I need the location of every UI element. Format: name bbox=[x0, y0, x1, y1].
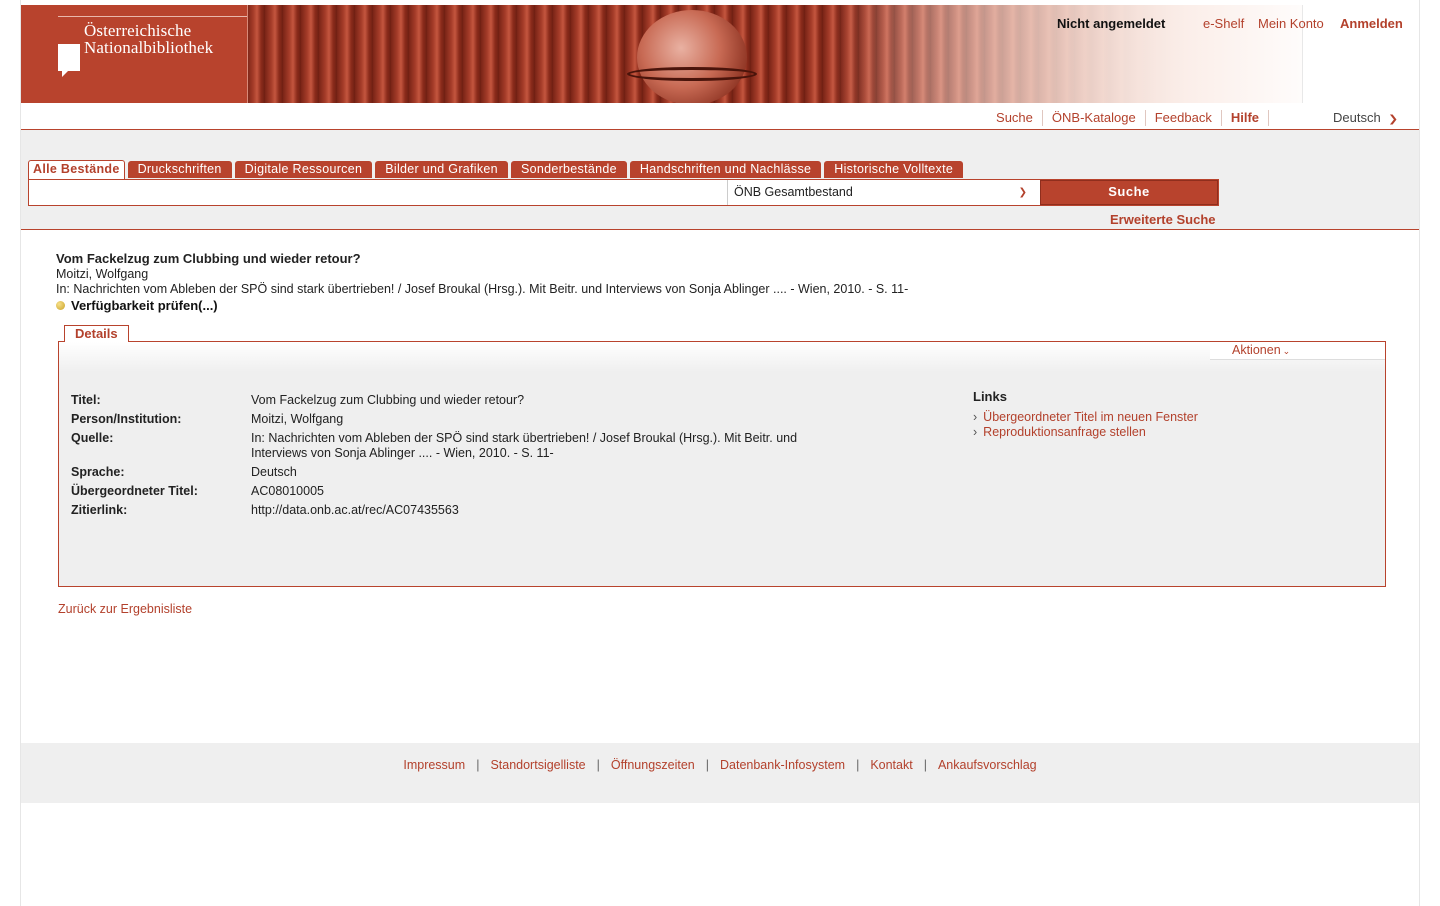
login-link[interactable]: Anmelden bbox=[1340, 16, 1403, 31]
search-area: Alle Bestände Druckschriften Digitale Re… bbox=[21, 130, 1419, 230]
parent-title-new-window-link[interactable]: Übergeordneter Titel im neuen Fenster bbox=[973, 410, 1198, 425]
actions-label: Aktionen bbox=[1232, 343, 1281, 357]
logo-rule bbox=[58, 16, 248, 17]
footer-datenbank-infosystem[interactable]: Datenbank-Infosystem bbox=[720, 758, 845, 772]
parent-title-link[interactable]: AC08010005 bbox=[251, 484, 841, 499]
scope-select[interactable]: ÖNB Gesamtbestand ❯ bbox=[727, 180, 1039, 205]
footer-kontakt[interactable]: Kontakt bbox=[870, 758, 912, 772]
back-to-results-link[interactable]: Zurück zur Ergebnisliste bbox=[58, 602, 192, 616]
availability[interactable]: Verfügbarkeit prüfen(...) bbox=[56, 298, 908, 315]
logo-text: Österreichische Nationalbibliothek bbox=[84, 22, 213, 56]
field-label: Sprache: bbox=[71, 465, 125, 479]
chevron-down-icon: ❯ bbox=[1387, 114, 1398, 125]
tab-fulltexts[interactable]: Historische Volltexte bbox=[824, 161, 964, 178]
author-link[interactable]: Moitzi, Wolfgang bbox=[251, 412, 841, 427]
footer-separator: | bbox=[596, 758, 600, 772]
scope-value: ÖNB Gesamtbestand bbox=[734, 185, 853, 199]
secondary-nav: Suche ÖNB-Kataloge Feedback Hilfe Deutsc… bbox=[21, 108, 1419, 130]
globe-stand bbox=[627, 67, 757, 81]
chevron-down-icon: ⌄ bbox=[1282, 346, 1291, 356]
reproduction-request-link[interactable]: Reproduktionsanfrage stellen bbox=[973, 425, 1198, 440]
my-account-link[interactable]: Mein Konto bbox=[1258, 16, 1324, 31]
footer-separator: | bbox=[923, 758, 927, 772]
nav-help[interactable]: Hilfe bbox=[1222, 110, 1269, 126]
actions-menu[interactable]: Aktionen ⌄ bbox=[1210, 342, 1385, 360]
availability-status-icon bbox=[56, 300, 65, 310]
footer: Impressum | Standortsigelliste | Öffnungszei… bbox=[21, 743, 1419, 803]
field-label: Übergeordneter Titel: bbox=[71, 484, 198, 498]
footer-separator: | bbox=[476, 758, 480, 772]
availability-link[interactable]: Verfügbarkeit prüfen(...) bbox=[71, 298, 218, 313]
page: Österreichische Nationalbibliothek Nicht… bbox=[20, 0, 1420, 906]
search-input[interactable] bbox=[29, 180, 727, 205]
search-row: ÖNB Gesamtbestand ❯ Suche bbox=[28, 179, 1219, 206]
field-source-value: In: Nachrichten vom Ableben der SPÖ sind… bbox=[251, 431, 798, 460]
language-select[interactable]: Deutsch ❯ bbox=[1333, 110, 1398, 125]
tab-digital[interactable]: Digitale Ressourcen bbox=[234, 161, 373, 178]
tab-images[interactable]: Bilder und Grafiken bbox=[375, 161, 508, 178]
footer-separator: | bbox=[856, 758, 860, 772]
footer-separator: | bbox=[705, 758, 709, 772]
login-status: Nicht angemeldet bbox=[1057, 16, 1166, 31]
logo[interactable]: Österreichische Nationalbibliothek bbox=[21, 5, 248, 103]
details-panel: Aktionen ⌄ Titel: Vom Fackelzug zum Clubb… bbox=[58, 341, 1386, 587]
links-heading: Links bbox=[973, 389, 1007, 404]
links-section: Links Übergeordneter Titel im neuen Fens… bbox=[973, 389, 1198, 440]
tab-print[interactable]: Druckschriften bbox=[127, 161, 232, 178]
footer-oeffnungszeiten[interactable]: Öffnungszeiten bbox=[611, 758, 695, 772]
tab-manuscripts[interactable]: Handschriften und Nachlässe bbox=[629, 161, 822, 178]
record-source: In: Nachrichten vom Ableben der SPÖ sind… bbox=[56, 282, 909, 296]
secondary-nav-items: Suche ÖNB-Kataloge Feedback Hilfe bbox=[987, 110, 1269, 126]
field-language-value: Deutsch bbox=[251, 465, 297, 479]
record-title: Vom Fackelzug zum Clubbing und wieder re… bbox=[56, 251, 361, 266]
field-label: Titel: bbox=[71, 393, 101, 407]
search-tabs: Alle Bestände Druckschriften Digitale Re… bbox=[28, 160, 964, 179]
nav-search[interactable]: Suche bbox=[987, 110, 1043, 126]
tab-details[interactable]: Details bbox=[64, 325, 129, 342]
language-value: Deutsch bbox=[1333, 110, 1381, 125]
footer-links: Impressum | Standortsigelliste | Öffnungszei… bbox=[21, 758, 1419, 772]
logo-line-2: Nationalbibliothek bbox=[84, 38, 214, 57]
field-label: Person/Institution: bbox=[71, 412, 182, 426]
footer-ankaufsvorschlag[interactable]: Ankaufsvorschlag bbox=[938, 758, 1037, 772]
globe-image bbox=[637, 10, 747, 103]
footer-impressum[interactable]: Impressum bbox=[403, 758, 465, 772]
record-author: Moitzi, Wolfgang bbox=[56, 266, 149, 281]
search-button[interactable]: Suche bbox=[1040, 180, 1218, 205]
logo-line-1: Österreichische bbox=[84, 21, 192, 40]
eshelf-link[interactable]: e-Shelf bbox=[1203, 16, 1244, 31]
nav-catalogs[interactable]: ÖNB-Kataloge bbox=[1043, 110, 1146, 126]
citation-link-value: http://data.onb.ac.at/rec/AC07435563 bbox=[251, 503, 459, 517]
field-label: Zitierlink: bbox=[71, 503, 128, 517]
advanced-search-link[interactable]: Erweiterte Suche bbox=[1110, 212, 1216, 227]
nav-feedback[interactable]: Feedback bbox=[1146, 110, 1222, 126]
chevron-down-icon: ❯ bbox=[1018, 187, 1027, 198]
tab-special[interactable]: Sonderbestände bbox=[510, 161, 627, 178]
banner-divider bbox=[247, 5, 248, 103]
onb-logo-icon bbox=[58, 44, 80, 77]
field-title-value: Vom Fackelzug zum Clubbing und wieder re… bbox=[251, 393, 525, 407]
field-label: Quelle: bbox=[71, 431, 114, 445]
record-summary: Vom Fackelzug zum Clubbing und wieder re… bbox=[56, 251, 908, 314]
footer-standortsigelliste[interactable]: Standortsigelliste bbox=[490, 758, 585, 772]
tab-all[interactable]: Alle Bestände bbox=[28, 160, 125, 179]
